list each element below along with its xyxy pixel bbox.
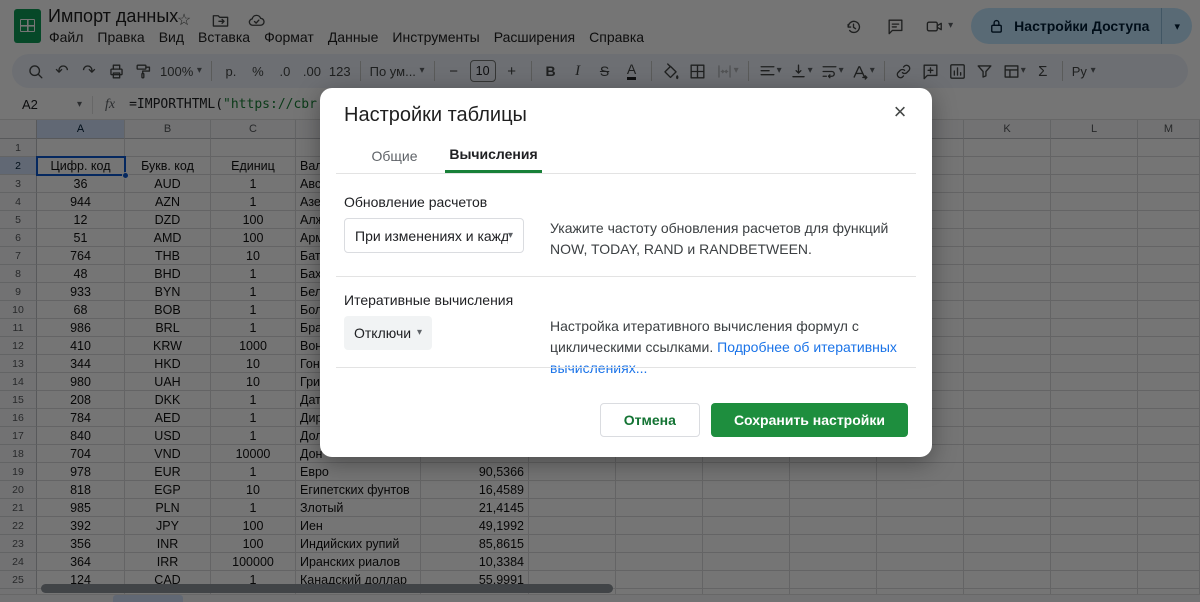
section-divider-2 [336, 367, 916, 368]
google-sheets-window: Импорт данных ☆ ФайлПравкаВидВставкаФорм… [0, 0, 1200, 602]
save-settings-button[interactable]: Сохранить настройки [710, 403, 908, 437]
section-divider-1 [336, 276, 916, 277]
iterative-calc-dropdown-caret-icon: ▾ [416, 327, 422, 338]
cancel-button[interactable]: Отмена [599, 403, 700, 437]
tab-general[interactable]: Общие [344, 138, 445, 173]
settings-dialog: Настройки таблицы × Общие Вычисления Обн… [320, 88, 932, 457]
dialog-tabs: Общие Вычисления [344, 138, 542, 173]
close-icon[interactable]: × [886, 98, 914, 126]
recalculation-dropdown-caret-icon: ▾ [507, 229, 513, 241]
iterative-calc-label: Итеративные вычисления [344, 292, 514, 308]
tabs-divider [336, 173, 916, 174]
tab-calculation[interactable]: Вычисления [445, 138, 542, 173]
recalculation-help-text: Укажите частоту обновления расчетов для … [550, 220, 889, 257]
iterative-calc-dropdown[interactable]: Отключить ▾ [344, 316, 432, 350]
dialog-title: Настройки таблицы [344, 104, 527, 126]
recalculation-dropdown[interactable]: При изменениях и кажд... ▾ [344, 218, 524, 253]
recalculation-label: Обновление расчетов [344, 194, 488, 210]
iterative-calc-help-text: Настройка итеративного вычисления формул… [550, 318, 897, 376]
